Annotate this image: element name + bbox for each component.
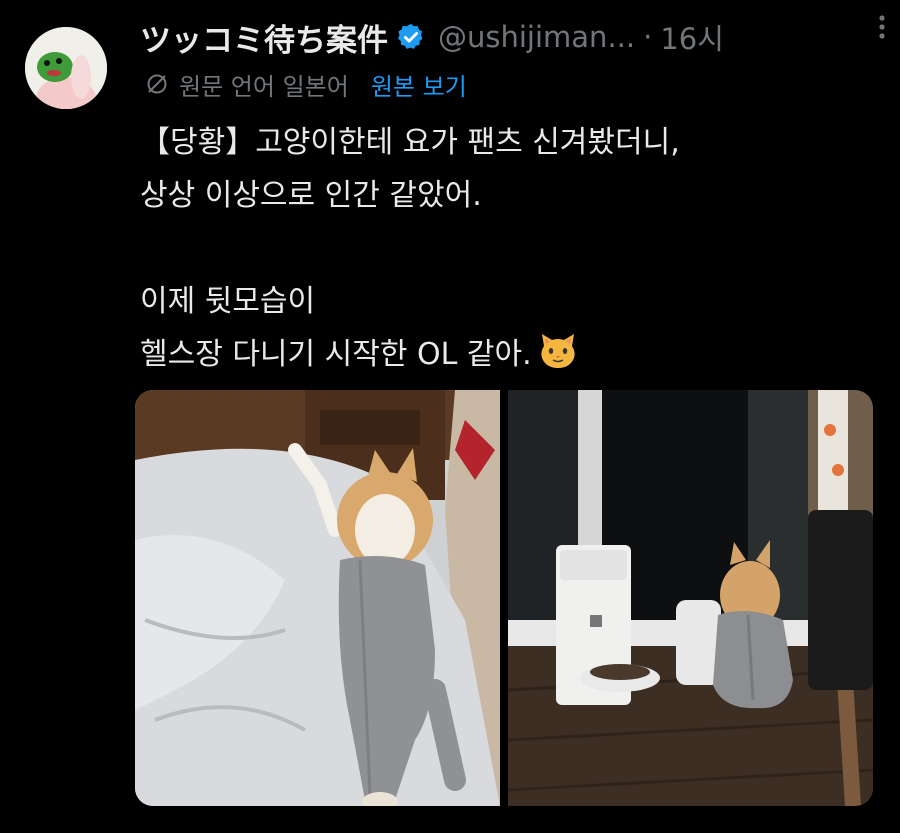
photo-cat-on-bed[interactable] xyxy=(135,390,500,806)
cat-at-window-image xyxy=(508,390,873,806)
tweet-header: ツッコミ待ち案件 @ushijiman... · 16시 xyxy=(140,12,880,62)
translation-bar: 원문 언어 일본어 원본 보기 xyxy=(145,64,467,104)
avatar-image xyxy=(25,27,107,109)
translate-globe-icon xyxy=(147,74,167,94)
cat-on-bed-image xyxy=(135,390,500,806)
author-display-name[interactable]: ツッコミ待ち案件 xyxy=(140,15,388,60)
view-original-link[interactable]: 원본 보기 xyxy=(371,67,467,102)
cat-face-emoji xyxy=(540,334,575,368)
author-handle[interactable]: @ushijiman... xyxy=(438,20,635,54)
avatar[interactable] xyxy=(25,27,107,109)
more-options-icon[interactable] xyxy=(870,12,894,42)
translation-source-label: 원문 언어 일본어 xyxy=(179,72,349,101)
tweet-body: 【당황】고양이한테 요가 팬츠 신겨봤더니, 상상 이상으로 인간 같았어. 이… xyxy=(140,116,880,381)
photo-cat-at-window[interactable] xyxy=(508,390,873,806)
tweet-line: 【당황】고양이한테 요가 팬츠 신겨봤더니, xyxy=(140,125,680,160)
tweet-line: 이제 뒷모습이 xyxy=(140,284,316,319)
tweet-line-with-emoji: 헬스장 다니기 시작한 OL 같아. xyxy=(140,328,880,381)
tweet-timestamp[interactable]: 16시 xyxy=(660,16,724,58)
tweet-line: 상상 이상으로 인간 같았어. xyxy=(140,178,482,213)
verified-badge-icon xyxy=(398,23,423,49)
separator-dot: · xyxy=(643,20,653,54)
tweet-media[interactable] xyxy=(135,390,873,806)
tweet-line: 헬스장 다니기 시작한 OL 같아. xyxy=(140,337,532,372)
